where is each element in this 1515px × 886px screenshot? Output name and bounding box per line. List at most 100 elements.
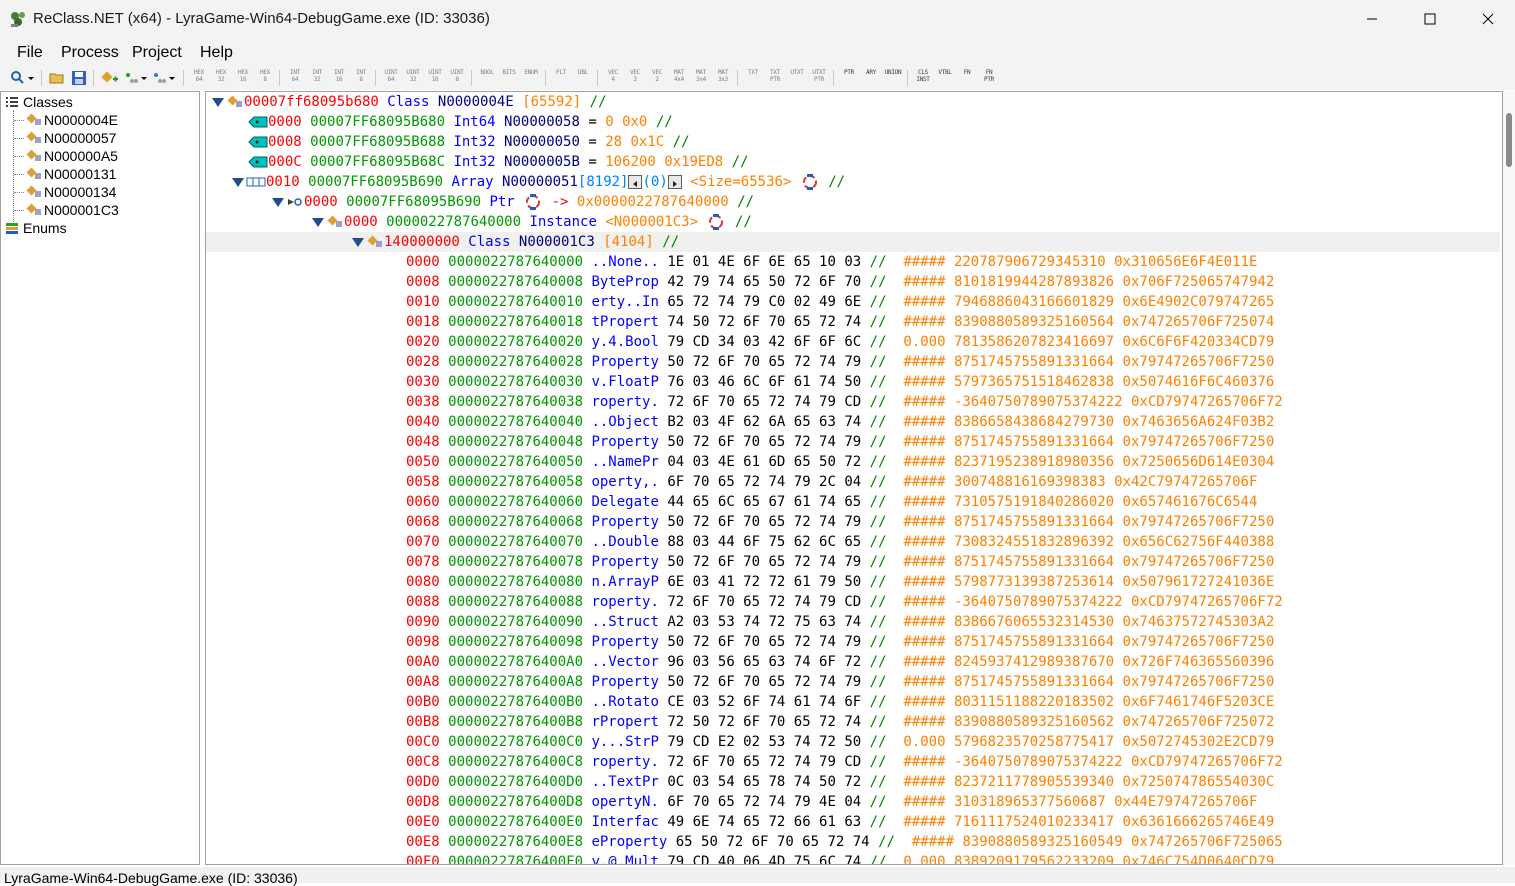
inner-class-header-row[interactable]: 140000000 Class N000001C3 [4104] // [206,232,1500,252]
field-value[interactable]: 0 0x0 [605,114,647,130]
hex-bytes[interactable]: 6E 03 41 72 72 61 79 50 [667,574,861,590]
collapse-toggle[interactable] [312,217,324,227]
hex-row[interactable]: 0010 0000022787640010 erty..In 65 72 74 … [206,292,1500,312]
add-node-type-button[interactable]: MAT 4x4 [670,69,688,87]
hex-bytes[interactable]: 50 72 6F 70 65 72 74 79 [667,514,861,530]
field-value[interactable]: 28 0x1C [605,134,664,150]
add-node-type-button[interactable]: FLT [552,69,570,87]
instance-row[interactable]: 0000 0000022787640000 Instance <N000001C… [206,212,1500,232]
hex-comment[interactable]: // [870,774,887,790]
add-node-type-button[interactable]: ENUM [522,69,540,87]
hex-row[interactable]: 00D8 00000227876400D8 opertyN. 6F 70 65 … [206,792,1500,812]
add-node-type-button[interactable]: HEX 32 [212,69,230,87]
array-row[interactable]: 0010 00007FF68095B690 Array N00000051[81… [206,172,1500,192]
hex-comment[interactable]: // [870,674,887,690]
hex-row[interactable]: 0040 0000022787640040 ..Object B2 03 4F … [206,412,1500,432]
add-node-type-button[interactable]: BOOL [478,69,496,87]
hex-bytes[interactable]: 0C 03 54 65 78 74 50 72 [667,774,861,790]
field-row[interactable]: 0000 00007FF68095B680 Int64 N00000058 = … [206,112,1500,132]
hex-row[interactable]: 00A8 00000227876400A8 Property 50 72 6F … [206,672,1500,692]
class-name[interactable]: N0000004E [438,94,514,110]
add-node-type-button[interactable]: UINT 32 [404,69,422,87]
add-bytes-button[interactable] [124,69,148,87]
hex-comment[interactable]: // [870,314,887,330]
array-count[interactable]: [8192] [578,174,629,190]
hex-row[interactable]: 00E0 00000227876400E0 Interfac 49 6E 74 … [206,812,1500,832]
hex-row[interactable]: 00F0 00000227876400F0 y.@.Mult 79 CD 40 … [206,852,1500,864]
instance-comment[interactable]: // [735,214,752,230]
hex-comment[interactable]: // [870,634,887,650]
hex-comment[interactable]: // [870,554,887,570]
hex-bytes[interactable]: 88 03 44 6F 75 62 6C 65 [667,534,861,550]
add-node-type-button[interactable]: HEX 16 [234,69,252,87]
add-node-type-button[interactable]: UTXT [788,69,806,87]
add-node-type-button[interactable]: DBL [574,69,592,87]
hex-bytes[interactable]: 72 50 72 6F 70 65 72 74 [667,714,861,730]
field-comment[interactable]: // [673,134,690,150]
hex-bytes[interactable]: 79 CD E2 02 53 74 72 50 [667,734,861,750]
hex-bytes[interactable]: A2 03 53 74 72 75 63 74 [667,614,861,630]
add-node-type-button[interactable]: BITS [500,69,518,87]
menu-process[interactable]: Process [61,44,119,62]
inner-class-name[interactable]: N000001C3 [519,234,595,250]
menu-help[interactable]: Help [200,44,233,62]
hex-comment[interactable]: // [870,594,887,610]
menu-file[interactable]: File [17,44,43,62]
hex-comment[interactable]: // [870,754,887,770]
hex-row[interactable]: 0058 0000022787640058 operty,. 6F 70 65 … [206,472,1500,492]
collapse-toggle[interactable] [232,177,244,187]
hex-row[interactable]: 0020 0000022787640020 y.4.Bool 79 CD 34 … [206,332,1500,352]
hex-row[interactable]: 00C8 00000227876400C8 roperty. 72 6F 70 … [206,752,1500,772]
add-node-type-button[interactable]: CLS INST [914,69,932,87]
hex-comment[interactable]: // [870,534,887,550]
hex-comment[interactable]: // [870,854,887,864]
collapse-toggle[interactable] [352,237,364,247]
hex-bytes[interactable]: B2 03 4F 62 6A 65 63 74 [667,414,861,430]
tree-enums-root[interactable]: Enums [5,219,67,237]
hex-row[interactable]: 0060 0000022787640060 Delegate 44 65 6C … [206,492,1500,512]
tree-class-item[interactable]: N00000134 [25,183,116,201]
hex-comment[interactable]: // [870,614,887,630]
tree-classes-root[interactable]: Classes [5,93,73,111]
add-node-type-button[interactable]: MAT 3x3 [714,69,732,87]
hex-comment[interactable]: // [870,254,887,270]
hex-bytes[interactable]: 79 CD 34 03 42 6F 6F 6C [667,334,861,350]
hex-comment[interactable]: // [870,354,887,370]
hex-bytes[interactable]: CE 03 52 6F 74 61 74 6F [667,694,861,710]
add-node-type-button[interactable]: UINT 64 [382,69,400,87]
add-node-type-button[interactable]: VEC 3 [626,69,644,87]
add-node-type-button[interactable]: INT 32 [308,69,326,87]
change-type-icon[interactable] [800,173,820,191]
hex-comment[interactable]: // [870,274,887,290]
add-node-type-button[interactable]: FN PTR [980,69,998,87]
add-node-type-button[interactable]: INT 64 [286,69,304,87]
minimize-button[interactable] [1343,0,1401,38]
add-node-type-button[interactable]: PTR [840,69,858,87]
field-name[interactable]: N0000005B [504,154,580,170]
hex-row[interactable]: 00D0 00000227876400D0 ..TextPr 0C 03 54 … [206,772,1500,792]
attach-process-button[interactable] [10,69,36,87]
menu-project[interactable]: Project [132,44,182,62]
close-button[interactable] [1459,0,1515,38]
hex-bytes[interactable]: 50 72 6F 70 65 72 74 79 [667,634,861,650]
field-row[interactable]: 0008 00007FF68095B688 Int32 N00000050 = … [206,132,1500,152]
hex-comment[interactable]: // [870,794,887,810]
hex-bytes[interactable]: 50 72 6F 70 65 72 74 79 [667,354,861,370]
hex-bytes[interactable]: 04 03 4E 61 6D 65 50 72 [667,454,861,470]
add-node-type-button[interactable]: INT 8 [352,69,370,87]
hex-bytes[interactable]: 44 65 6C 65 67 61 74 65 [667,494,861,510]
hex-row[interactable]: 0050 0000022787640050 ..NamePr 04 03 4E … [206,452,1500,472]
hex-comment[interactable]: // [870,294,887,310]
add-node-type-button[interactable]: VTBL [936,69,954,87]
hex-row[interactable]: 0030 0000022787640030 v.FloatP 76 03 46 … [206,372,1500,392]
hex-row[interactable]: 0090 0000022787640090 ..Struct A2 03 53 … [206,612,1500,632]
hex-bytes[interactable]: 72 6F 70 65 72 74 79 CD [667,754,861,770]
hex-row[interactable]: 0008 0000022787640008 ByteProp 42 79 74 … [206,272,1500,292]
field-value[interactable]: 106200 0x19ED8 [605,154,723,170]
scrollbar-thumb[interactable] [1506,113,1512,167]
add-node-type-button[interactable]: VEC 2 [648,69,666,87]
array-comment[interactable]: // [828,174,845,190]
hex-row[interactable]: 0080 0000022787640080 n.ArrayP 6E 03 41 … [206,572,1500,592]
collapse-toggle[interactable] [212,97,224,107]
add-node-type-button[interactable]: TXT PTR [766,69,784,87]
